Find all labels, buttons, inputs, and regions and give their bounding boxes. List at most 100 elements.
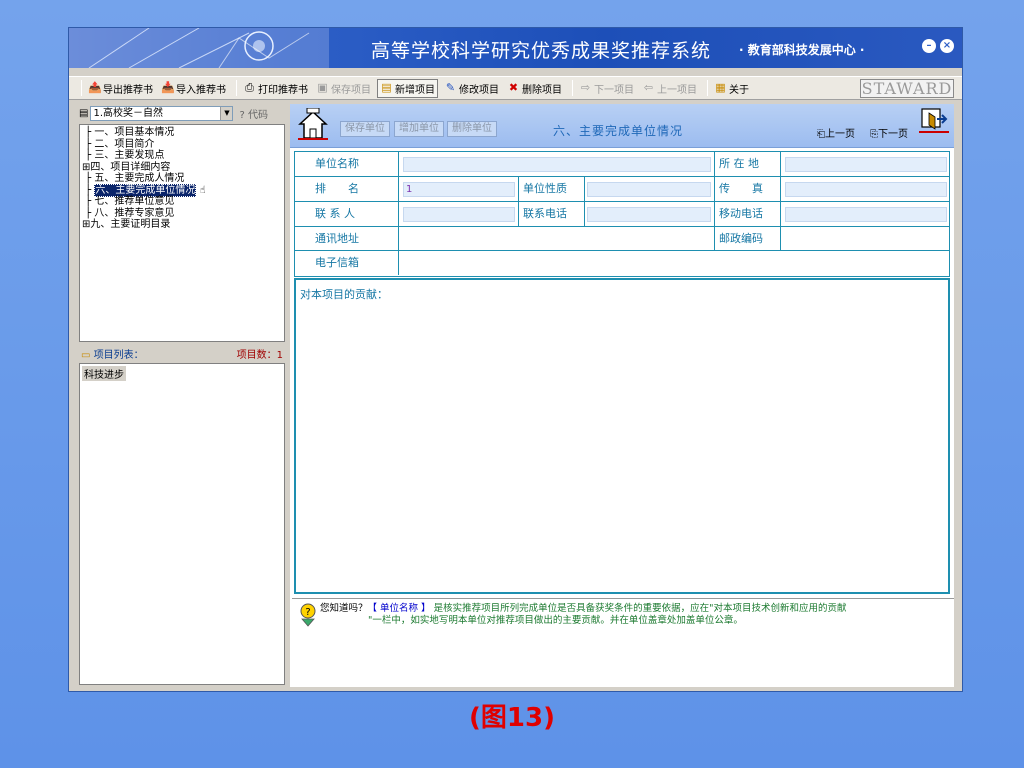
rank-input[interactable]: 1 (403, 182, 515, 197)
tree-item[interactable]: ├ 八、推荐专家意见 (82, 208, 284, 220)
prev-project-button[interactable]: ⇦ 上一项目 (640, 80, 699, 97)
award-type-select[interactable]: 1.高校奖－自然 ▼ (90, 106, 234, 121)
app-window: 高等学校科学研究优秀成果奖推荐系统 · 教育部科技发展中心 · – × 📤 导出… (68, 27, 963, 692)
tree-item[interactable]: ├ 一、项目基本情况 (82, 127, 284, 139)
close-icon[interactable]: × (940, 39, 954, 53)
save-icon: ▣ (317, 81, 328, 94)
print-button[interactable]: ⎙ 打印推荐书 (241, 80, 310, 97)
contact-label: 联 系 人 (295, 202, 399, 226)
tree-item[interactable]: ⊞四、项目详细内容 (82, 162, 284, 174)
export-button[interactable]: 📤 导出推荐书 (86, 80, 155, 97)
tree-item-label: 五、主要完成人情况 (94, 173, 185, 184)
tree-connector: ├ (82, 207, 95, 219)
delete-project-label: 删除项目 (522, 84, 562, 96)
main-panel: 保存单位 增加单位 删除单位 六、主要完成单位情况 ⎗上一页 ⎘下一页 单位名称… (290, 104, 954, 687)
edit-project-label: 修改项目 (459, 84, 499, 96)
minimize-icon[interactable]: – (922, 39, 936, 53)
phone-input[interactable] (587, 207, 711, 222)
project-list-header: ▭ 项目列表： 项目数：1 (79, 344, 285, 362)
save-unit-button[interactable]: 保存单位 (340, 121, 390, 137)
tree-item[interactable]: ⊞九、主要证明目录 (82, 219, 284, 231)
tip-panel: ? 您知道吗？【 单位名称 】 是核实推荐项目所列完成单位是否具备获奖条件的重要… (292, 598, 954, 687)
next-project-button[interactable]: ⇨ 下一项目 (577, 80, 636, 97)
chevron-down-icon[interactable]: ▼ (220, 107, 233, 120)
about-icon: ▦ (715, 81, 726, 94)
tree-item[interactable]: ├ 七、推荐单位意见 (82, 196, 284, 208)
tree-item[interactable]: ├ 二、项目简介 (82, 139, 284, 151)
tip-text: 您知道吗？【 单位名称 】 是核实推荐项目所列完成单位是否具备获奖条件的重要依据… (320, 603, 846, 627)
page-prev-icon: ⎗ (817, 129, 825, 140)
import-button[interactable]: 📥 导入推荐书 (159, 80, 228, 97)
section-title: 六、主要完成单位情况 (553, 124, 684, 138)
location-label: 所 在 地 (714, 152, 781, 176)
home-icon[interactable] (298, 108, 328, 142)
add-unit-button[interactable]: 增加单位 (394, 121, 444, 137)
project-list-label: 项目列表： (93, 349, 144, 361)
tree-connector: ├ (82, 138, 95, 150)
list-item[interactable]: 科技进步 (82, 366, 126, 381)
tree-connector: ├ (82, 184, 95, 196)
tree-connector: ├ (82, 196, 95, 207)
app-title: 高等学校科学研究优秀成果奖推荐系统 (371, 40, 712, 62)
help-icon: ? (239, 110, 245, 121)
code-button[interactable]: ? 代码 (239, 106, 268, 121)
fax-input[interactable] (785, 182, 947, 197)
section-header-bar: 保存单位 增加单位 删除单位 六、主要完成单位情况 ⎗上一页 ⎘下一页 (290, 104, 954, 148)
unit-name-label: 单位名称 (295, 152, 399, 176)
next-page-link[interactable]: ⎘下一页 (870, 125, 908, 140)
prev-page-label: 上一页 (825, 129, 855, 140)
unit-type-label: 单位性质 (518, 177, 585, 201)
title-bar: 高等学校科学研究优秀成果奖推荐系统 · 教育部科技发展中心 · – × (69, 28, 962, 68)
tree-item[interactable]: ├ 三、主要发现点 (82, 150, 284, 162)
app-subtitle: · 教育部科技发展中心 · (739, 43, 865, 57)
new-project-label: 新增项目 (395, 84, 435, 96)
award-type-value: 1.高校奖－自然 (93, 108, 163, 119)
tip-line-2: "一栏中，如实地写明本单位对推荐项目做出的主要贡献。并在单位盖章处加盖单位公章。 (368, 615, 743, 626)
project-list-title: ▭ 项目列表： (81, 346, 144, 361)
email-input[interactable] (403, 256, 947, 271)
arrow-right-icon: ⇨ (580, 81, 591, 94)
location-input[interactable] (785, 157, 947, 172)
tree-item[interactable]: ├ 五、主要完成人情况 (82, 173, 284, 185)
new-project-button[interactable]: ▤ 新增项目 (377, 78, 438, 98)
mobile-input[interactable] (785, 207, 947, 222)
form-row: 排 名 1 单位性质 传 真 (295, 177, 949, 202)
mobile-label: 移动电话 (714, 202, 781, 226)
unit-type-input[interactable] (587, 182, 711, 197)
tip-question: 您知道吗？ (320, 603, 368, 614)
lightbulb-icon: ? (300, 603, 316, 627)
award-selector-row: ▤ 1.高校奖－自然 ▼ ? 代码 (79, 105, 285, 122)
toolbar: 📤 导出推荐书 📥 导入推荐书 ⎙ 打印推荐书 ▣ 保存项目 ▤ 新增项目 ✎ … (69, 76, 962, 100)
save-project-button[interactable]: ▣ 保存项目 (314, 80, 373, 97)
tip-row: ? 您知道吗？【 单位名称 】 是核实推荐项目所列完成单位是否具备获奖条件的重要… (298, 603, 948, 627)
unit-info-form: 单位名称 所 在 地 排 名 1 单位性质 传 真 联 系 人 联系电话 移动电… (294, 151, 950, 251)
tree-connector: ├ (82, 127, 95, 138)
new-icon: ▤ (381, 81, 392, 94)
address-label: 通讯地址 (295, 227, 399, 251)
tree-item-selected[interactable]: ├ 六、主要完成单位情况 ☝ (82, 183, 284, 197)
print-icon: ⎙ (245, 81, 254, 94)
tip-line-1: 是核实推荐项目所列完成单位是否具备获奖条件的重要依据，应在"对本项目技术创新和应… (433, 603, 847, 614)
email-label: 电子信箱 (295, 251, 399, 275)
contact-input[interactable] (403, 207, 515, 222)
project-count-value: 1 (276, 349, 283, 361)
delete-project-button[interactable]: ✖ 删除项目 (505, 80, 564, 97)
prev-page-link[interactable]: ⎗上一页 (817, 125, 855, 140)
postcode-input[interactable] (785, 232, 947, 247)
import-icon: 📥 (161, 81, 175, 94)
address-input[interactable] (403, 232, 711, 247)
tree-item-label: 三、主要发现点 (94, 150, 165, 161)
import-label: 导入推荐书 (176, 84, 226, 96)
about-button[interactable]: ▦ 关于 (712, 80, 751, 97)
toolbar-grip (81, 80, 82, 96)
contribution-textarea[interactable]: 对本项目的贡献： (294, 278, 950, 594)
award-icon: ▤ (79, 108, 89, 119)
delete-unit-button[interactable]: 删除单位 (447, 121, 497, 137)
prev-project-label: 上一项目 (657, 84, 697, 96)
project-list: 科技进步 (79, 363, 285, 685)
unit-name-input[interactable] (403, 157, 711, 172)
form-row: 单位名称 所 在 地 (295, 152, 949, 177)
exit-icon[interactable] (919, 107, 949, 135)
edit-project-button[interactable]: ✎ 修改项目 (442, 80, 501, 97)
tree-item-label: 八、推荐专家意见 (94, 207, 175, 219)
